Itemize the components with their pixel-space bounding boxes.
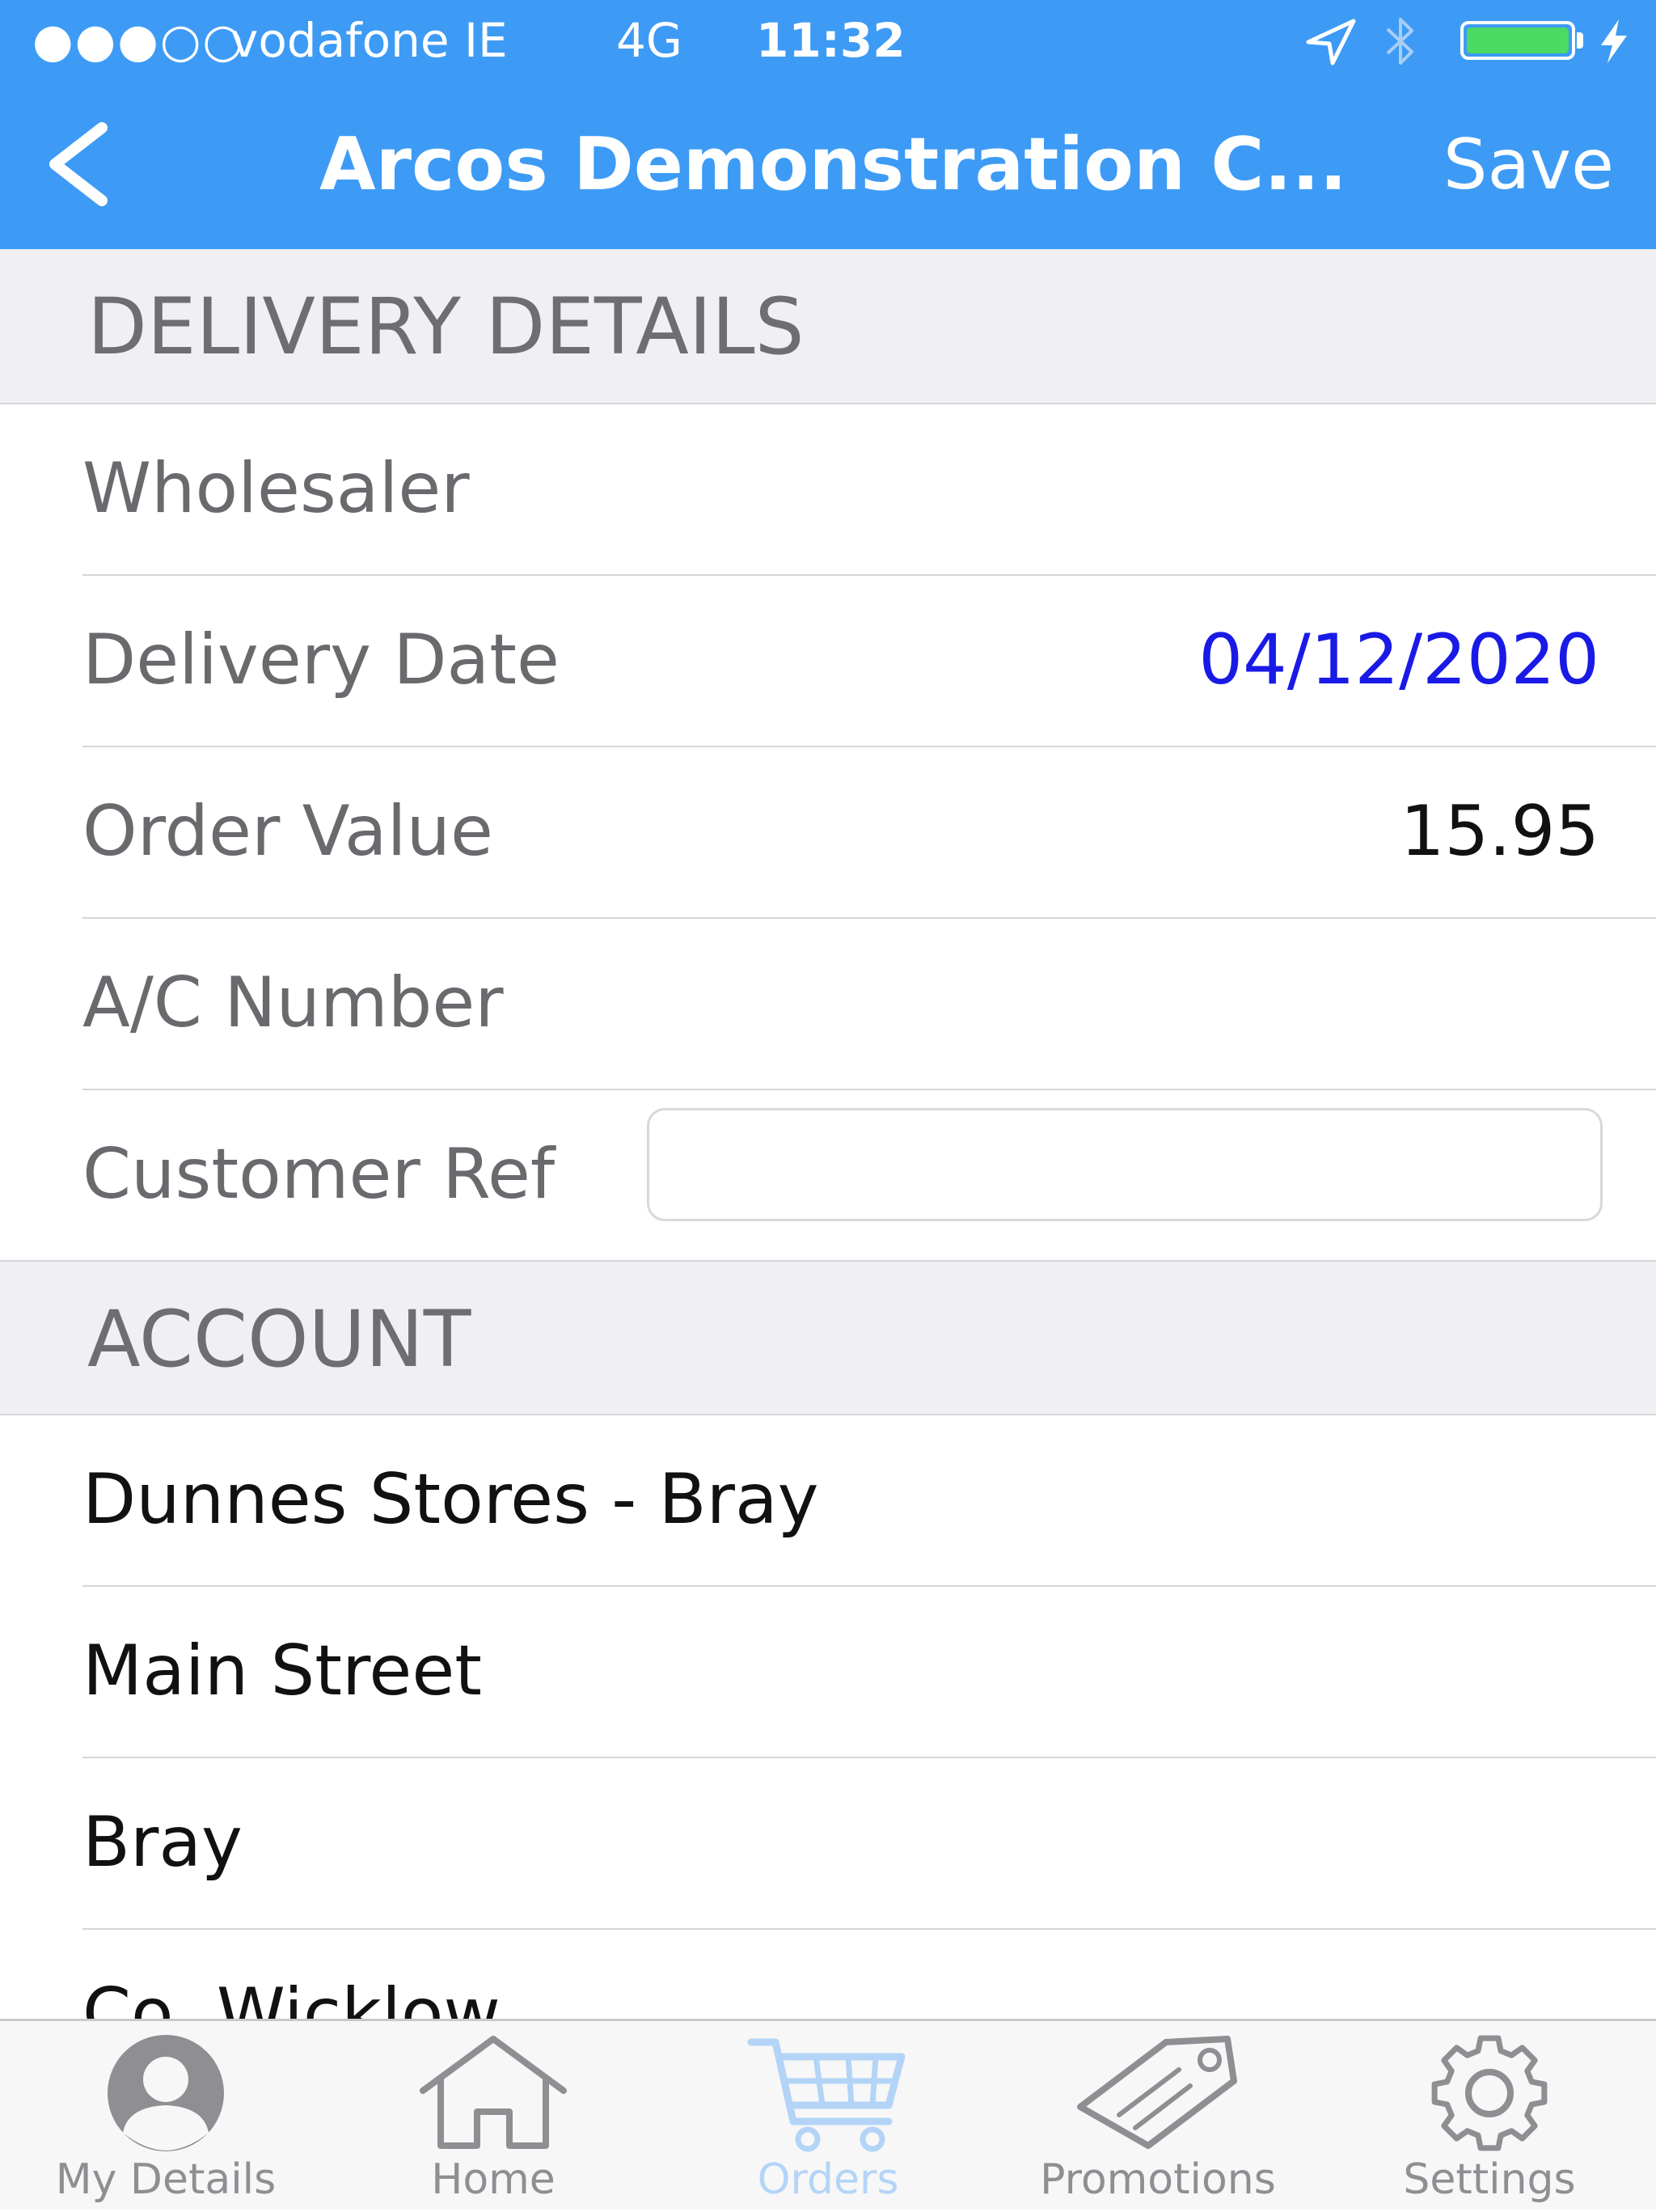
tab-settings[interactable]: Settings [1368,2021,1611,2212]
section-title: DELIVERY DETAILS [87,281,805,372]
delivery-date-label: Delivery Date [82,620,560,700]
customer-ref-row: Customer Ref [0,1090,1656,1262]
bluetooth-icon [1386,18,1413,65]
customer-ref-input[interactable] [647,1108,1603,1221]
save-button[interactable]: Save [1443,81,1614,249]
order-value: 15.95 [1400,791,1599,872]
carrier-name: vodafone IE [230,13,508,68]
tab-label: Orders [757,2155,899,2204]
price-tag-icon [1077,2036,1237,2149]
tab-orders[interactable]: Orders [707,2021,949,2212]
page-title: Arcos Demonstration C... [319,122,1347,207]
lightning-bolt-icon [1601,19,1627,63]
account-line: Bray [0,1758,1656,1930]
ac-number-label: A/C Number [82,962,504,1043]
account-line: Main Street [0,1587,1656,1758]
account-name: Dunnes Stores - Bray [82,1459,819,1540]
order-value-row: Order Value 15.95 [0,747,1656,919]
section-header-delivery: DELIVERY DETAILS [0,249,1656,404]
network-type: 4G [616,13,682,68]
tab-my-details[interactable]: My Details [44,2021,287,2212]
order-value-label: Order Value [82,791,493,872]
section-header-account: ACCOUNT [0,1260,1656,1415]
gear-icon [1431,2035,1548,2151]
wholesaler-label: Wholesaler [82,448,470,529]
status-bar: ●●●○○ vodafone IE 4G 11:32 [0,0,1656,81]
delivery-date-value[interactable]: 04/12/2020 [1198,576,1599,744]
wholesaler-row[interactable]: Wholesaler [0,404,1656,576]
location-arrow-icon [1306,19,1356,66]
tab-label: My Details [55,2155,277,2204]
navigation-bar: Arcos Demonstration C... Save [0,81,1656,249]
shopping-cart-icon [747,2038,906,2152]
battery-nub [1577,32,1583,49]
ac-number-row[interactable]: A/C Number [0,919,1656,1090]
signal-strength: ●●●○○ [32,13,246,68]
tab-label: Promotions [1040,2155,1276,2204]
section-title: ACCOUNT [87,1294,471,1385]
chevron-left-icon[interactable] [39,121,120,207]
tab-bar: My Details Home Orders Promotions Settin… [0,2019,1656,2210]
home-icon [420,2036,567,2149]
top-bar: ●●●○○ vodafone IE 4G 11:32 Arcos Demonst… [0,0,1656,249]
account-town: Bray [82,1802,243,1883]
user-avatar-icon [108,2035,224,2151]
status-time: 11:32 [756,13,906,68]
delivery-date-row[interactable]: Delivery Date 04/12/2020 [0,576,1656,747]
battery-icon [1460,21,1575,60]
customer-ref-label: Customer Ref [82,1134,556,1215]
account-street: Main Street [82,1630,482,1711]
battery-level [1467,27,1569,53]
tab-home[interactable]: Home [372,2021,615,2212]
account-line: Dunnes Stores - Bray [0,1415,1656,1587]
tab-promotions[interactable]: Promotions [1037,2021,1279,2212]
tab-label: Settings [1403,2155,1576,2204]
tab-label: Home [431,2155,556,2204]
